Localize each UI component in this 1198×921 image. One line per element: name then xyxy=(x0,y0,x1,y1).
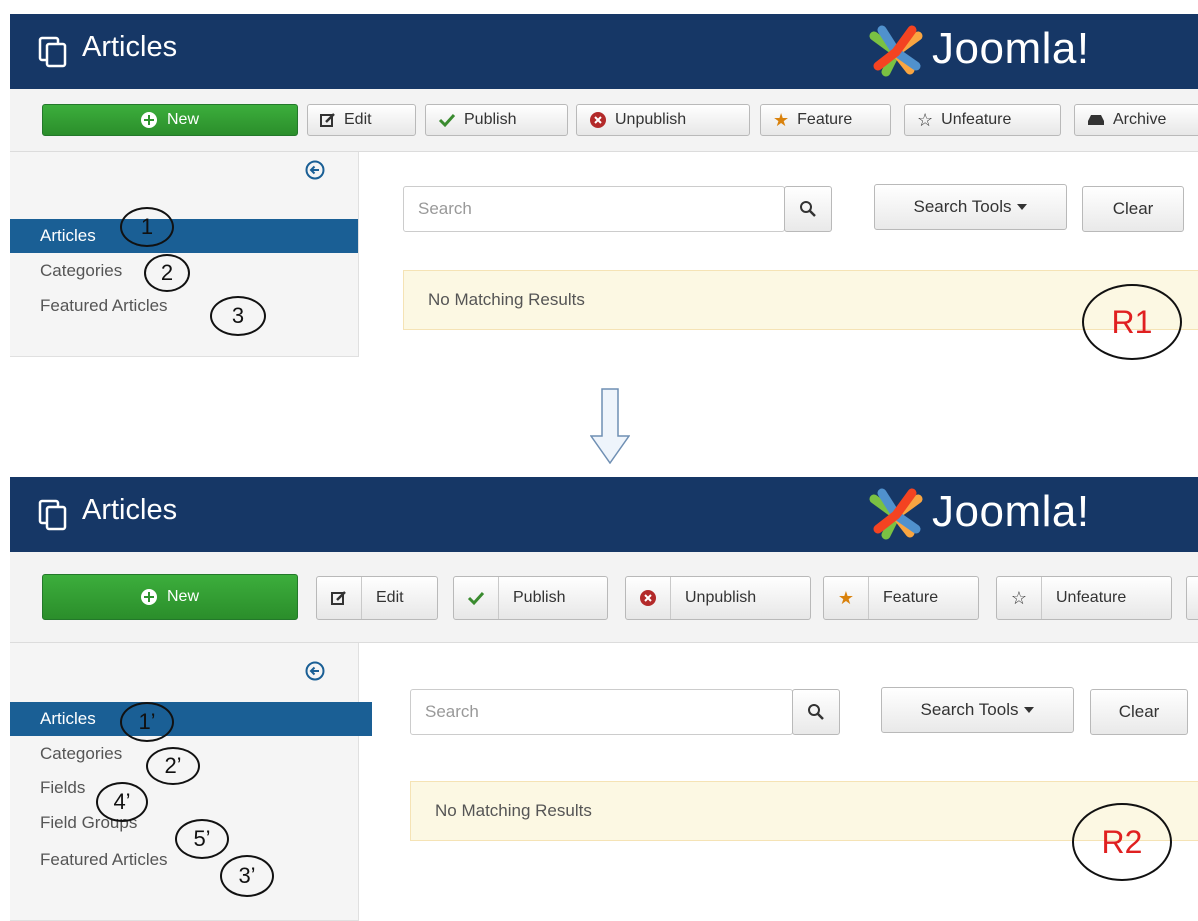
search-input[interactable] xyxy=(411,690,792,734)
sidebar: Articles Categories Featured Articles xyxy=(10,152,359,357)
annotation-marker: 4’ xyxy=(96,782,148,822)
chevron-down-icon xyxy=(1017,204,1028,210)
star-outline-icon: ☆ xyxy=(997,577,1042,619)
x-circle-icon xyxy=(640,590,656,606)
edit-button[interactable]: Edit xyxy=(316,576,438,620)
search-field[interactable] xyxy=(410,689,793,735)
no-results-message: No Matching Results xyxy=(403,270,1198,330)
region-label: R1 xyxy=(1082,284,1182,360)
sidebar-item-articles[interactable]: Articles xyxy=(10,702,372,736)
chevron-down-icon xyxy=(1024,707,1035,713)
x-circle-icon xyxy=(590,112,606,128)
annotation-marker: 3’ xyxy=(220,855,274,897)
annotation-marker: 2 xyxy=(144,254,190,292)
unfeature-button[interactable]: ☆ Unfeature xyxy=(904,104,1061,136)
header-bar: Articles Joomla! xyxy=(10,477,1198,552)
star-icon: ★ xyxy=(824,577,869,619)
edit-icon xyxy=(320,113,335,127)
annotation-marker: 2’ xyxy=(146,747,200,785)
archive-button-partial[interactable] xyxy=(1186,576,1198,620)
search-field[interactable] xyxy=(403,186,785,232)
collapse-arrow-icon[interactable] xyxy=(305,160,325,180)
archive-icon xyxy=(1088,115,1104,125)
star-outline-icon: ☆ xyxy=(917,109,934,130)
screenshot-after: Articles Joomla! New Edit Publish Unpubl xyxy=(10,477,1198,921)
feature-button[interactable]: ★ Feature xyxy=(760,104,891,136)
unpublish-button[interactable]: Unpublish xyxy=(576,104,750,136)
toolbar: New Edit Publish Unpublish ★ Feature ☆ U… xyxy=(10,89,1198,152)
annotation-marker: 1 xyxy=(120,207,174,247)
screenshot-before: Articles Joomla! New Edit Publish Unpubl xyxy=(10,14,1198,360)
joomla-logo[interactable]: Joomla! xyxy=(866,485,1198,545)
new-button[interactable]: New xyxy=(42,104,298,136)
collapse-arrow-icon[interactable] xyxy=(305,661,325,681)
joomla-logo[interactable]: Joomla! xyxy=(866,22,1198,82)
search-tools-button[interactable]: Search Tools xyxy=(874,184,1067,230)
new-button[interactable]: New xyxy=(42,574,298,620)
plus-circle-icon xyxy=(140,589,157,605)
annotation-marker: 1’ xyxy=(120,702,174,742)
edit-button[interactable]: Edit xyxy=(307,104,416,136)
annotation-marker: 5’ xyxy=(175,819,229,859)
check-icon xyxy=(438,113,456,128)
annotation-marker: 3 xyxy=(210,296,266,336)
unfeature-button[interactable]: ☆ Unfeature xyxy=(996,576,1172,620)
plus-circle-icon xyxy=(140,112,157,128)
search-button[interactable] xyxy=(792,689,840,735)
search-button[interactable] xyxy=(784,186,832,232)
clear-button[interactable]: Clear xyxy=(1082,186,1184,232)
region-label: R2 xyxy=(1072,803,1172,881)
feature-button[interactable]: ★ Feature xyxy=(823,576,979,620)
copy-icon xyxy=(38,36,67,68)
brand-name: Joomla! xyxy=(932,24,1090,73)
star-icon: ★ xyxy=(773,109,790,130)
clear-button[interactable]: Clear xyxy=(1090,689,1188,735)
brand-name: Joomla! xyxy=(932,487,1090,536)
publish-button[interactable]: Publish xyxy=(453,576,608,620)
search-tools-button[interactable]: Search Tools xyxy=(881,687,1074,733)
joomla-logo-icon xyxy=(869,488,923,540)
sidebar-item-featured-articles[interactable]: Featured Articles xyxy=(10,289,358,323)
joomla-logo-icon xyxy=(869,25,923,77)
sidebar-item-articles[interactable]: Articles xyxy=(10,219,358,253)
search-icon xyxy=(800,201,816,217)
page-title: Articles xyxy=(82,31,178,63)
check-icon xyxy=(467,591,485,606)
search-input[interactable] xyxy=(404,187,784,231)
archive-button[interactable]: Archive xyxy=(1074,104,1198,136)
edit-icon xyxy=(331,591,346,605)
unpublish-button[interactable]: Unpublish xyxy=(625,576,811,620)
toolbar: New Edit Publish Unpublish ★ Feature ☆ U… xyxy=(10,552,1198,643)
header-bar: Articles Joomla! xyxy=(10,14,1198,89)
down-arrow-icon xyxy=(590,388,630,464)
search-icon xyxy=(808,704,824,720)
page-title: Articles xyxy=(82,494,178,526)
copy-icon xyxy=(38,499,67,531)
publish-button[interactable]: Publish xyxy=(425,104,568,136)
